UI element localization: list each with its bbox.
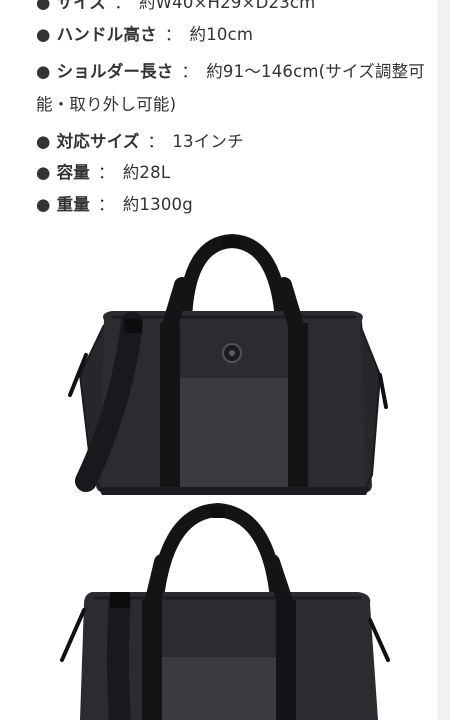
spec-item-capacity: ● 容量 ： 約28L (36, 162, 428, 184)
product-description-page: ● サイズ：約W40×H29×D23cm ● ハンドル高さ：約10cm ● ショルダー… (0, 0, 450, 720)
spec-item-shoulder-length: ● ショルダー長さ：約91〜146cm(サイズ調整可能・取り外し可能) (36, 55, 428, 121)
duffel-bag-image (68, 233, 388, 495)
bullet-icon: ● (36, 163, 51, 182)
bullet-icon: ● (36, 62, 51, 81)
spec-separator: ： (164, 24, 182, 44)
bullet-icon: ● (36, 131, 51, 151)
spec-label: ハンドル高さ (56, 24, 157, 44)
spec-value: 約28L (122, 163, 171, 182)
bullet-icon: ● (36, 0, 51, 12)
spec-value: 約1300g (122, 194, 193, 214)
spec-value: 約W40×H29×D23cm (138, 0, 316, 12)
spec-value: 13インチ (172, 131, 244, 151)
spec-separator: ： (181, 62, 199, 81)
spec-separator: ： (98, 194, 115, 214)
spec-label: 対応サイズ (56, 131, 140, 151)
spec-value: 約10cm (189, 24, 254, 44)
duffel-bag-image (60, 502, 390, 720)
spec-item-compatible-size: ● 対応サイズ ： 13インチ (36, 131, 428, 153)
spec-separator: ： (98, 163, 115, 182)
spec-label: サイズ (56, 0, 107, 12)
spec-label: 重量 (56, 194, 91, 214)
bullet-icon: ● (36, 194, 51, 214)
bag-photo-front (0, 225, 438, 507)
spec-separator: ： (147, 131, 165, 151)
spec-separator: ： (114, 0, 131, 12)
bag-photo-angle (0, 500, 438, 720)
spec-label: 容量 (56, 163, 91, 182)
spec-label: ショルダー長さ (56, 62, 174, 81)
spec-item-handle-height: ● ハンドル高さ ： 約10cm (36, 24, 428, 46)
spec-item-weight: ● 重量 ： 約1300g (36, 194, 428, 216)
spec-list: ● サイズ：約W40×H29×D23cm ● ハンドル高さ：約10cm ● ショルダー… (36, 0, 428, 225)
spec-item-size: ● サイズ ： 約W40×H29×D23cm (36, 0, 428, 14)
scrollbar-track[interactable] (438, 0, 450, 720)
bullet-icon: ● (36, 24, 51, 44)
